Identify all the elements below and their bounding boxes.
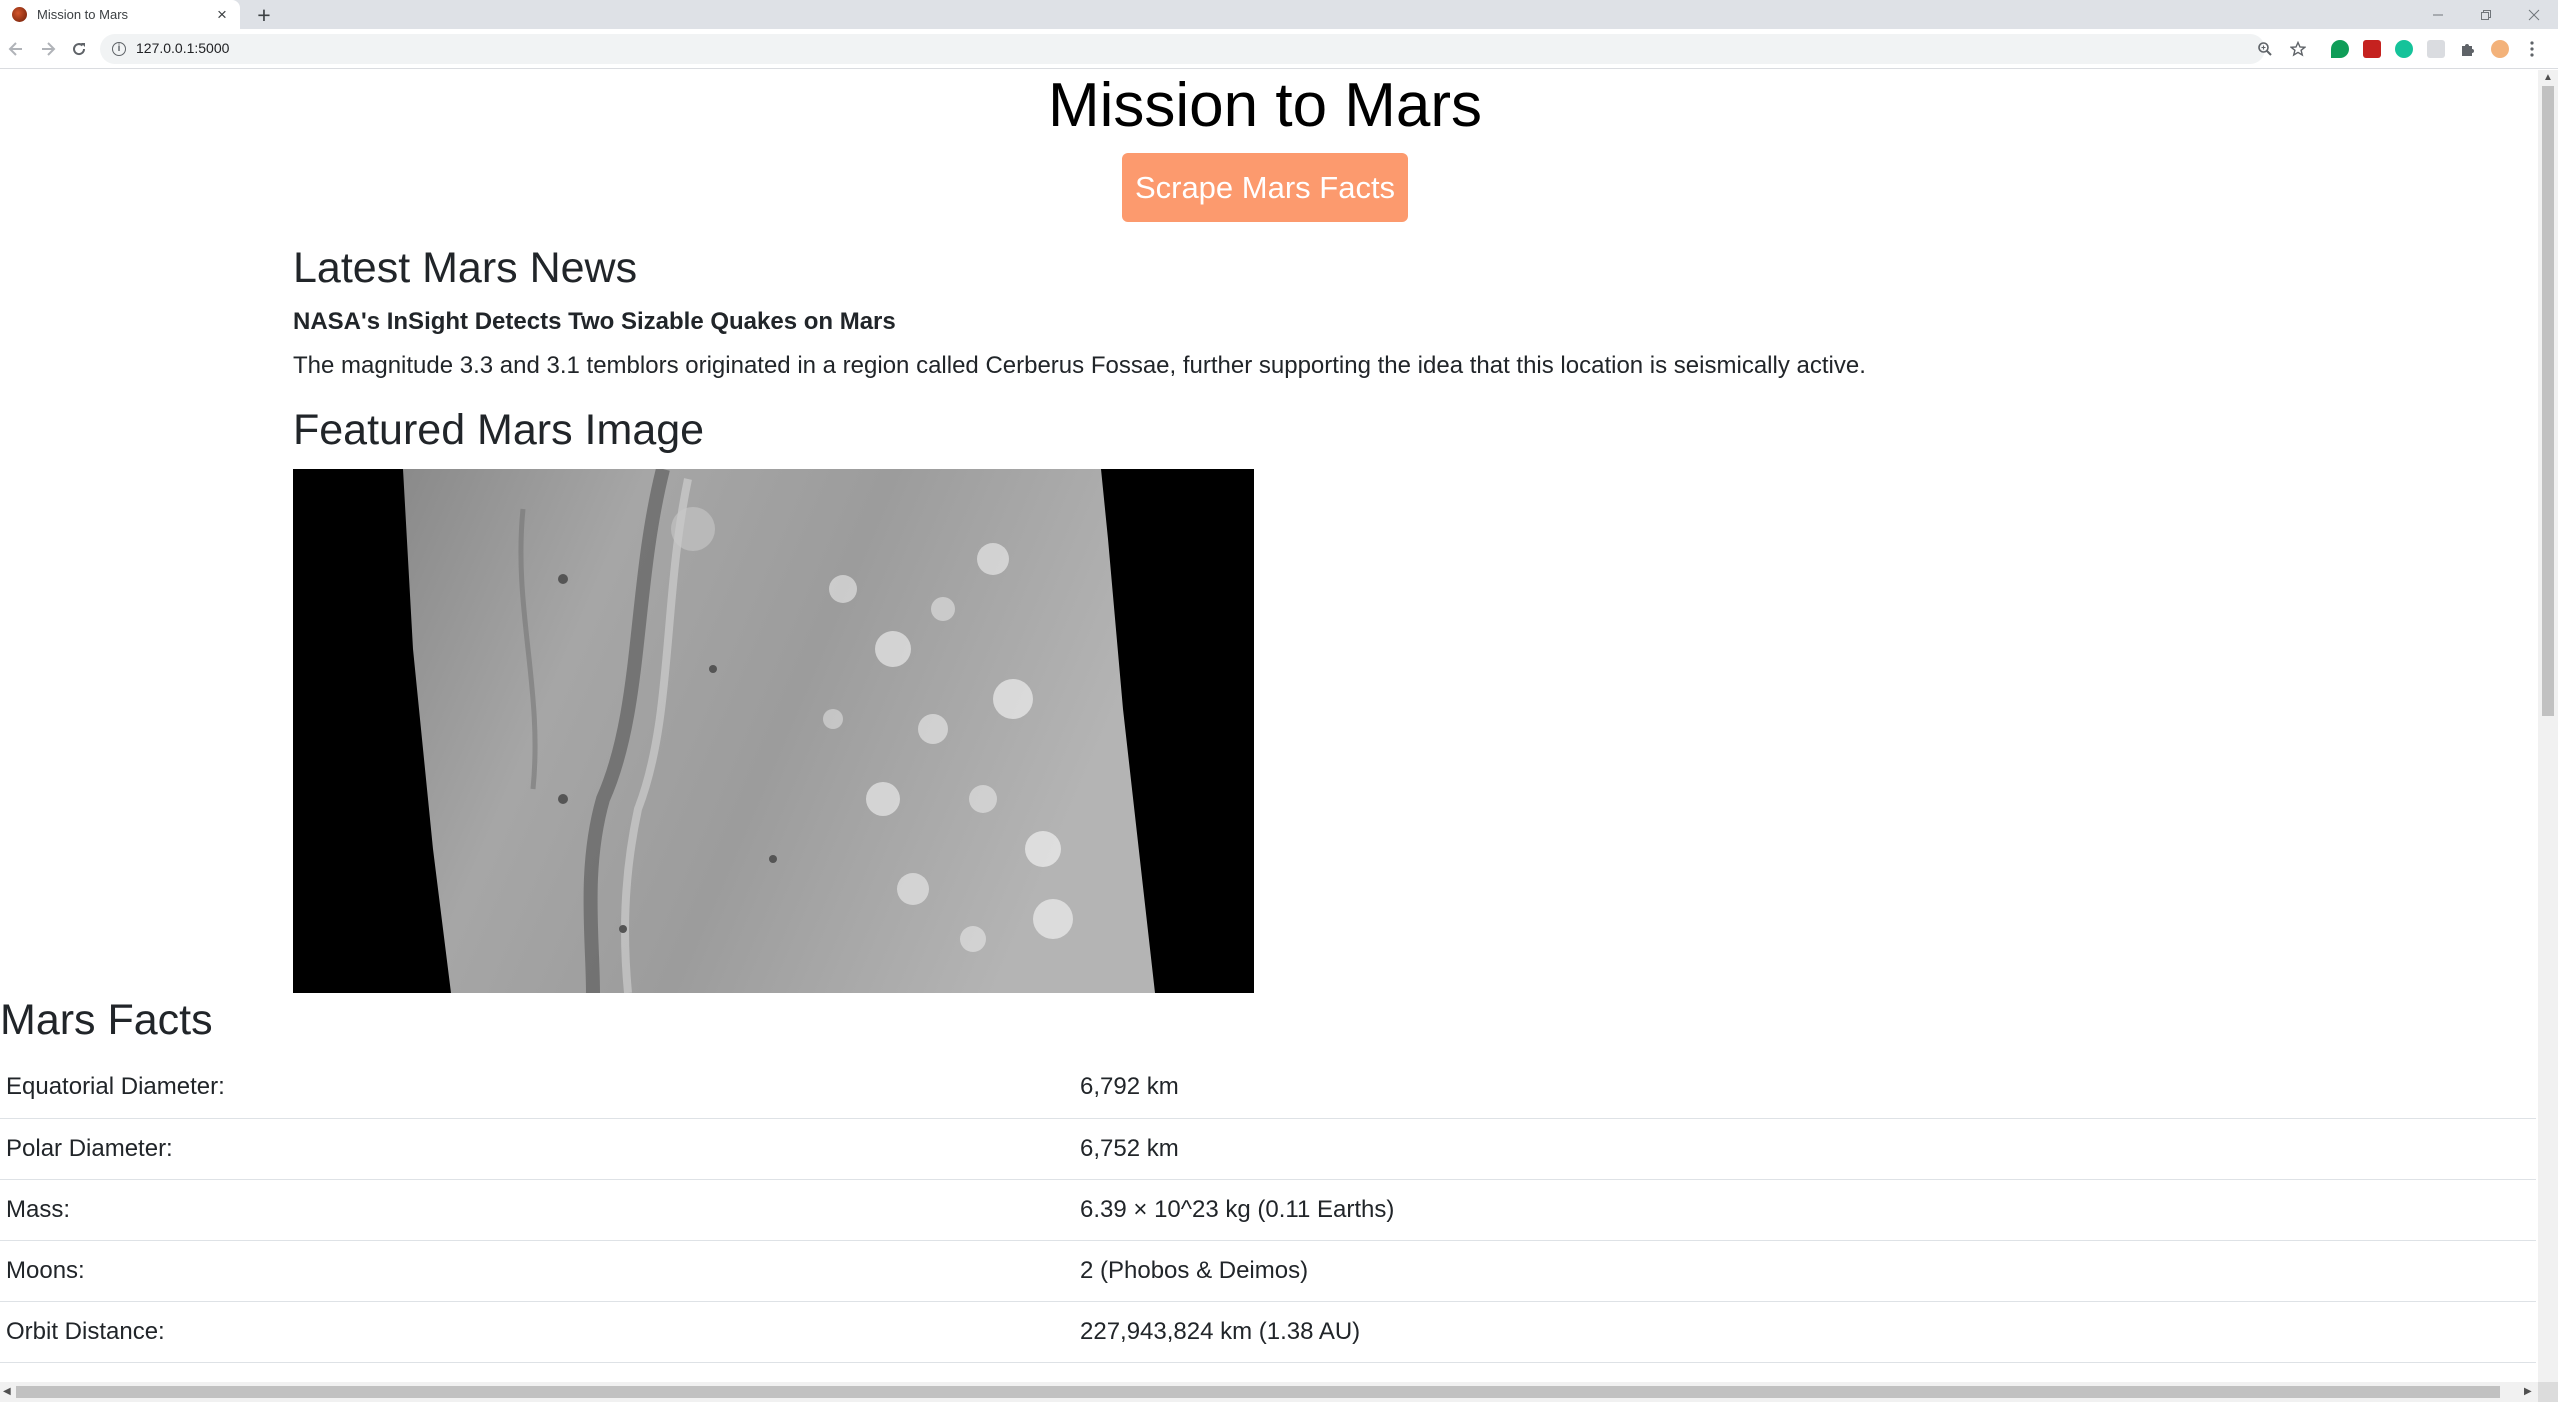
grammarly-icon[interactable] bbox=[2395, 40, 2413, 58]
table-row: Orbit Distance: 227,943,824 km (1.38 AU) bbox=[0, 1301, 2536, 1363]
fact-label: Orbit Distance: bbox=[0, 1301, 1080, 1363]
fact-value: 6,752 km bbox=[1080, 1118, 2536, 1180]
latest-news-heading: Latest Mars News bbox=[293, 244, 638, 292]
table-row: Equatorial Diameter: 6,792 km bbox=[0, 1057, 2536, 1119]
tab-title: Mission to Mars bbox=[37, 7, 129, 22]
close-tab-icon[interactable]: × bbox=[212, 5, 232, 25]
close-window-icon[interactable] bbox=[2510, 0, 2558, 29]
horizontal-scrollbar[interactable]: ◀ ▶ bbox=[0, 1382, 2538, 1402]
window-controls bbox=[2414, 0, 2558, 29]
news-paragraph: The magnitude 3.3 and 3.1 temblors origi… bbox=[293, 352, 1866, 379]
scroll-up-icon[interactable]: ▲ bbox=[2543, 72, 2553, 83]
reload-icon[interactable] bbox=[68, 38, 90, 60]
fact-label: Equatorial Diameter: bbox=[0, 1057, 1080, 1119]
vertical-scroll-thumb[interactable] bbox=[2542, 86, 2554, 716]
table-row: Polar Diameter: 6,752 km bbox=[0, 1118, 2536, 1180]
extension-gray-icon[interactable] bbox=[2427, 40, 2445, 58]
scroll-left-icon[interactable]: ◀ bbox=[3, 1386, 11, 1397]
page-title: Mission to Mars bbox=[1047, 71, 1483, 140]
url-text[interactable]: 127.0.0.1:5000 bbox=[136, 40, 229, 56]
browser-tabstrip: Mission to Mars × + bbox=[0, 0, 2558, 29]
bookmark-star-icon[interactable] bbox=[2289, 40, 2307, 58]
table-row: Moons: 2 (Phobos & Deimos) bbox=[0, 1240, 2536, 1302]
browser-tab[interactable]: Mission to Mars × bbox=[0, 0, 240, 29]
scroll-right-icon[interactable]: ▶ bbox=[2524, 1386, 2532, 1397]
zoom-icon[interactable] bbox=[2256, 40, 2274, 58]
news-title: NASA's InSight Detects Two Sizable Quake… bbox=[293, 308, 896, 335]
fact-label: Mass: bbox=[0, 1179, 1080, 1241]
extensions-puzzle-icon[interactable] bbox=[2459, 40, 2477, 58]
fact-value: 2 (Phobos & Deimos) bbox=[1080, 1240, 2536, 1302]
fact-label: Moons: bbox=[0, 1240, 1080, 1302]
fact-value: 6,792 km bbox=[1080, 1057, 2536, 1119]
forward-icon[interactable] bbox=[37, 38, 59, 60]
restore-icon[interactable] bbox=[2462, 0, 2510, 29]
browser-toolbar: i 127.0.0.1:5000 bbox=[0, 29, 2558, 69]
extension-shield-icon[interactable] bbox=[2363, 40, 2381, 58]
site-info-icon[interactable]: i bbox=[112, 42, 126, 56]
browser-menu-icon[interactable] bbox=[2523, 40, 2541, 58]
extension-green-icon[interactable] bbox=[2331, 40, 2349, 58]
mars-favicon-icon bbox=[12, 7, 27, 22]
back-icon[interactable] bbox=[5, 38, 27, 60]
vertical-scrollbar[interactable]: ▲ bbox=[2538, 70, 2558, 1382]
scrollbar-corner bbox=[2538, 1382, 2558, 1402]
scrape-mars-facts-button[interactable]: Scrape Mars Facts bbox=[1122, 153, 1408, 222]
featured-mars-image bbox=[293, 469, 1254, 993]
fact-value: 6.39 × 10^23 kg (0.11 Earths) bbox=[1080, 1179, 2536, 1241]
horizontal-scroll-thumb[interactable] bbox=[16, 1386, 2500, 1398]
fact-label: Polar Diameter: bbox=[0, 1118, 1080, 1180]
minimize-icon[interactable] bbox=[2414, 0, 2462, 29]
fact-value: 227,943,824 km (1.38 AU) bbox=[1080, 1301, 2536, 1363]
new-tab-icon[interactable]: + bbox=[252, 3, 276, 27]
address-bar[interactable]: i 127.0.0.1:5000 bbox=[100, 34, 2306, 64]
mars-facts-table: Equatorial Diameter: 6,792 km Polar Diam… bbox=[0, 1057, 2536, 1363]
table-row: Mass: 6.39 × 10^23 kg (0.11 Earths) bbox=[0, 1179, 2536, 1241]
featured-image-heading: Featured Mars Image bbox=[293, 406, 705, 454]
mars-facts-heading: Mars Facts bbox=[0, 996, 213, 1044]
profile-avatar-icon[interactable] bbox=[2491, 40, 2509, 58]
